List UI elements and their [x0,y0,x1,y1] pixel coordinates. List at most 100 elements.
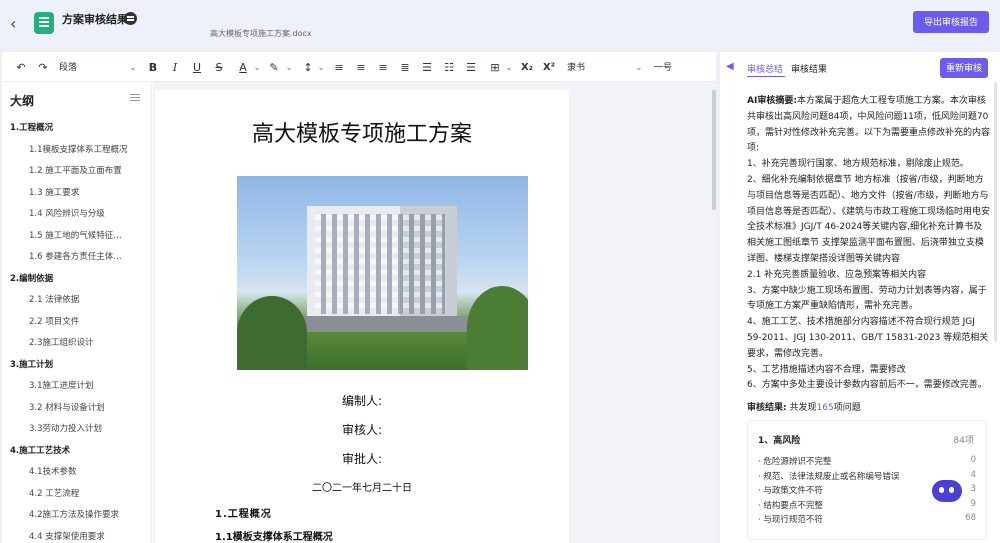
risk-row-label: · 结构要点不完整 [758,500,823,511]
rereview-button[interactable]: 重新审核 [940,58,988,78]
bullet-list-icon[interactable]: ☰ [420,60,434,76]
outline-section[interactable]: 3.2 材料与设备计划 [2,398,128,420]
outline-section[interactable]: 1.6 参建各方责任主体单位 [2,247,128,269]
highlight-icon[interactable]: ✎ [266,60,282,76]
chevron-down-icon[interactable]: ⌄ [504,60,514,76]
chevron-down-icon[interactable]: ⌄ [128,60,138,76]
font-family-select[interactable]: 隶书 [567,60,607,76]
result-summary: 审核结果: 共发现165项问题 [747,400,861,413]
outline-section[interactable]: 4.1技术参数 [2,462,128,484]
summary-line: 1、补充完善现行国家、地方规范标准，剔除废止规范。 [747,159,969,170]
outline-chapter[interactable]: 2.编制依据 [2,269,151,291]
outline-list: 1.工程概况 1.1模板支撑体系工程概况 1.2 施工平面及立面布置 1.3 施工要求… [2,118,151,543]
editor-panel: ↶ ↷ 段落 ⌄ B I U S A ⌄ ✎ ⌄ ↕ ⌄ ≡ ≡ ≡ ≣ ☰ ☷… [2,52,716,543]
align-center-icon[interactable]: ≡ [354,60,368,76]
review-scrollbar[interactable] [994,82,997,342]
outline-section[interactable]: 1.5 施工地的气候特征和季节性天气 [2,226,128,248]
section-heading: 1.工程概况 [215,509,272,520]
outline-section[interactable]: 1.4 风险辨识与分级 [2,204,128,226]
summary-line: 2.1 补充完善质量验收、应急预案等相关内容 [747,269,927,280]
align-right-icon[interactable]: ≡ [376,60,390,76]
result-prefix: 共发现 [789,403,817,413]
outline-section[interactable]: 1.3 施工要求 [2,183,128,205]
reviewer-field: 审核人: [341,423,383,437]
line-height-icon[interactable]: ↕ [300,60,316,76]
risk-row-count: 9 [970,498,976,509]
top-bar: ‹ 方案审核结果 高大模板专项施工方案.docx 导出审核报告 [0,0,1000,48]
risk-row-count: 3 [970,484,976,494]
risk-row[interactable]: · 与现行规范不符 68 [758,513,976,527]
outline-chapter[interactable]: 1.工程概况 [2,118,151,140]
summary-line: 5、工艺措施描述内容不合理，需要修改 [747,364,906,375]
result-label: 审核结果: [747,403,787,413]
outline-section[interactable]: 1.1模板支撑体系工程概况 [2,140,128,162]
outline-section[interactable]: 3.1施工进度计划 [2,376,128,398]
align-left-icon[interactable]: ≡ [332,60,346,76]
file-name: 高大模板专项施工方案.docx [210,29,312,38]
table-icon[interactable]: ⊞ [487,60,503,76]
subscript-button[interactable]: X₂ [518,60,536,76]
active-tab-indicator [747,76,785,77]
chevron-down-icon[interactable]: ⌄ [634,60,644,76]
paragraph-style-select[interactable]: 段落 [59,60,99,76]
export-report-button[interactable]: 导出审核报告 [913,11,989,33]
redo-icon[interactable]: ↷ [36,60,50,76]
chevron-down-icon[interactable]: ⌄ [316,60,326,76]
ai-assistant-icon[interactable] [932,480,962,502]
document-date: 二〇二一年七月二十日 [312,483,412,494]
superscript-button[interactable]: X² [540,60,558,76]
chevron-down-icon[interactable]: ⌄ [252,60,262,76]
document-scrollbar[interactable] [712,90,716,210]
back-arrow-icon[interactable]: ‹ [10,14,26,34]
subsection-heading: 1.1模板支撑体系工程概况 [215,532,333,543]
underline-button[interactable]: U [190,60,204,76]
outline-section[interactable]: 2.2 项目文件 [2,312,128,334]
document-area: 高大模板专项施工方案 编制人: 审核人: 审批人: 二〇二一年七月二十日 1.工… [153,82,716,543]
result-count: 165 [816,403,834,413]
bold-button[interactable]: B [146,60,160,76]
chevron-down-icon[interactable]: ⌄ [284,60,294,76]
result-suffix: 项问题 [833,403,861,413]
outline-section[interactable]: 4.4 支撑架使用要求 [2,527,128,543]
font-color-button[interactable]: A [236,60,250,76]
outline-section[interactable]: 2.1 法律依据 [2,290,128,312]
tab-result[interactable]: 审核结果 [791,62,827,75]
strikethrough-button[interactable]: S [212,60,226,76]
outline-section[interactable]: 2.3施工组织设计 [2,333,128,355]
review-panel: ◀ 审核总结 审核结果 重新审核 AI审核摘要:本方案属于超危大工程专项施工方案… [720,52,1000,543]
summary-line: 3、方案中缺少施工现场布置图、劳动力计划表等内容，属于专项施工方案严重缺陷情形，… [747,285,987,312]
numbered-list-icon[interactable]: ☷ [442,60,456,76]
format-toolbar: ↶ ↷ 段落 ⌄ B I U S A ⌄ ✎ ⌄ ↕ ⌄ ≡ ≡ ≡ ≣ ☰ ☷… [2,52,716,82]
outline-panel: 大纲 1.工程概况 1.1模板支撑体系工程概况 1.2 施工平面及立面布置 1.3 施… [2,82,152,543]
risk-row-count: 4 [970,469,976,480]
risk-row[interactable]: · 危险源辨识不完整 0 [758,455,976,469]
risk-row-label: · 规范、法律法规废止或名称编号错误 [758,471,900,482]
building-photo [237,176,528,370]
collapse-outline-icon[interactable] [130,94,140,102]
outline-section[interactable]: 1.2 施工平面及立面布置 [2,161,128,183]
outline-section[interactable]: 3.3劳动力投入计划 [2,419,128,441]
tab-summary[interactable]: 审核总结 [747,62,783,75]
collapse-panel-icon[interactable]: ◀ [726,62,734,72]
document-page: 高大模板专项施工方案 编制人: 审核人: 审批人: 二〇二一年七月二十日 1.工… [155,90,569,543]
outline-title: 大纲 [10,94,35,108]
summary-line: 4、施工工艺、技术措施部分内容描述不符合现行规范 JGJ 59-2011、JGJ… [747,317,989,359]
font-size-select[interactable]: 一号 [654,60,684,76]
outline-chapter[interactable]: 3.施工计划 [2,355,151,377]
risk-row-label: · 与政策文件不符 [758,486,823,496]
undo-icon[interactable]: ↶ [14,60,28,76]
outline-section[interactable]: 4.2 工艺流程 [2,484,128,506]
outline-section[interactable]: 4.2施工方法及操作要求 [2,505,128,527]
outline-chapter[interactable]: 4.施工工艺技术 [2,441,151,463]
align-justify-icon[interactable]: ≣ [398,60,412,76]
summary-line: 2、细化补充编制依据章节 地方标准（按省/市级，判断地方与项目信息等是否匹配）、… [747,174,991,264]
page-title: 方案审核结果 [62,13,128,26]
summary-title: AI审核摘要: [747,96,797,106]
editor-field: 编制人: [341,394,383,408]
summary-lines: 1、补充完善现行国家、地方规范标准，剔除废止规范。 2、细化补充编制依据章节 地方… [747,157,990,394]
menu-icon[interactable] [124,12,137,25]
document-logo-icon [34,12,54,34]
italic-button[interactable]: I [168,60,182,76]
indent-icon[interactable]: ☰ [464,60,478,76]
risk-group-count: 84项 [953,436,974,446]
